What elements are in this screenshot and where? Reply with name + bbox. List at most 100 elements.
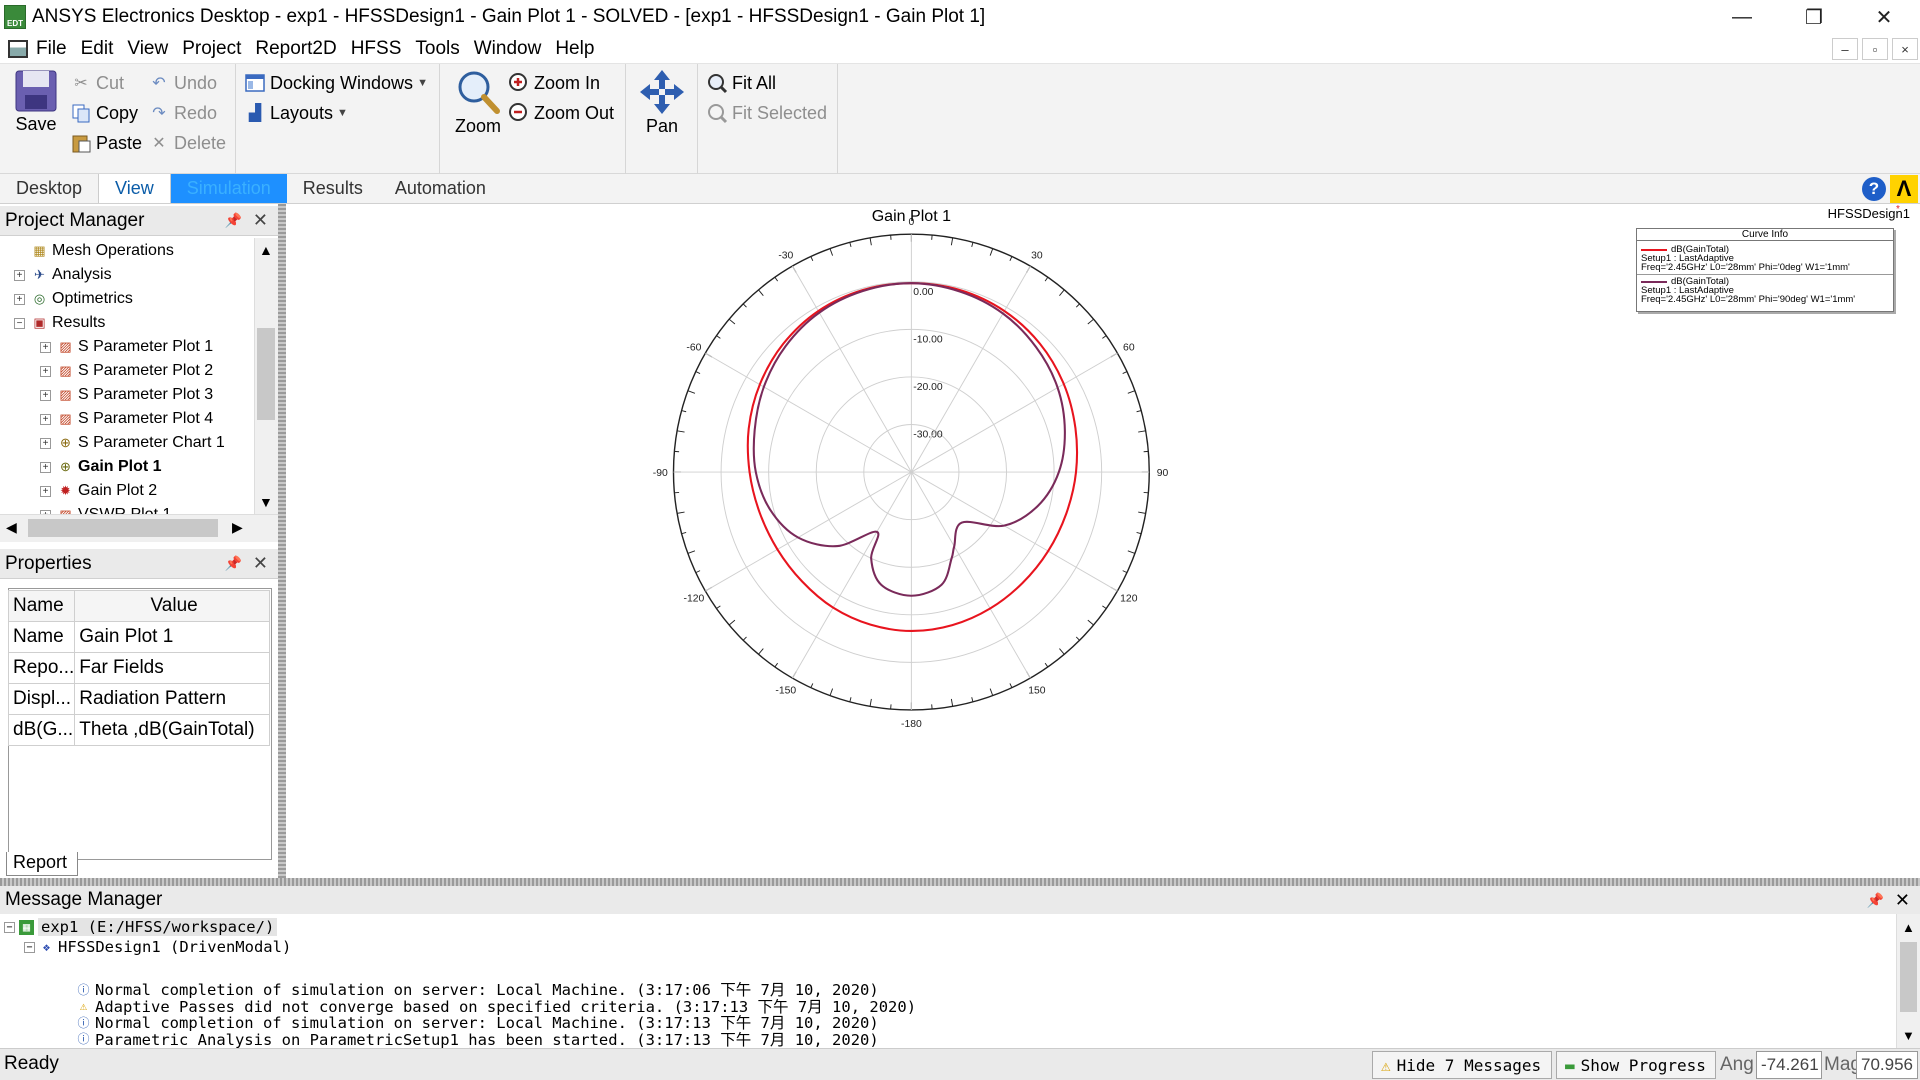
expand-icon[interactable]: + bbox=[40, 437, 51, 449]
menu-view[interactable]: View bbox=[127, 38, 168, 60]
scroll-up-icon[interactable]: ▲ bbox=[259, 242, 273, 258]
mdi-restore-button[interactable]: ▫ bbox=[1862, 38, 1888, 60]
expand-icon[interactable]: + bbox=[40, 413, 51, 425]
scrollbar-thumb[interactable] bbox=[257, 328, 275, 420]
tab-desktop[interactable]: Desktop bbox=[0, 174, 98, 203]
mdi-minimize-button[interactable]: – bbox=[1832, 38, 1858, 60]
pin-icon[interactable]: 📌 bbox=[1867, 892, 1884, 909]
expand-icon[interactable]: + bbox=[40, 389, 51, 401]
docking-windows-button[interactable]: Docking Windows ▼ bbox=[244, 70, 428, 96]
table-row[interactable]: Name Gain Plot 1 bbox=[7, 621, 270, 653]
paste-button[interactable]: Paste bbox=[70, 130, 142, 156]
legend-entry[interactable]: dB(GainTotal) Setup1 : LastAdaptive Freq… bbox=[1641, 277, 1889, 304]
scroll-left-icon[interactable]: ◀ bbox=[6, 519, 17, 536]
zoom-in-button[interactable]: Zoom In bbox=[508, 70, 600, 96]
tree-item[interactable]: + ◎ Optimetrics bbox=[14, 287, 133, 311]
value-column-header[interactable]: Value bbox=[74, 590, 270, 622]
tab-automation[interactable]: Automation bbox=[379, 174, 502, 203]
tree-item[interactable]: + ⊕ Gain Plot 1 bbox=[40, 455, 162, 479]
zoom-button[interactable]: Zoom bbox=[448, 68, 508, 137]
message-vertical-scrollbar[interactable]: ▲ ▼ bbox=[1896, 914, 1920, 1048]
zoom-out-button[interactable]: Zoom Out bbox=[508, 100, 614, 126]
fit-all-button[interactable]: Fit All bbox=[706, 70, 776, 96]
tree-item[interactable]: + ✈ Analysis bbox=[14, 263, 112, 287]
collapse-icon[interactable]: − bbox=[4, 921, 15, 933]
collapse-icon[interactable]: − bbox=[14, 317, 25, 329]
table-row[interactable]: dB(G... Theta ,dB(GainTotal) bbox=[7, 714, 270, 746]
fit-selected-button[interactable]: Fit Selected bbox=[706, 100, 827, 126]
tree-item[interactable]: + ⊕ S Parameter Chart 1 bbox=[40, 431, 225, 455]
tree-item[interactable]: ▦ Mesh Operations bbox=[14, 239, 174, 263]
undo-button[interactable]: ↶ Undo bbox=[148, 70, 217, 96]
series-curve-2[interactable] bbox=[752, 282, 1066, 597]
expand-icon[interactable]: + bbox=[40, 485, 51, 497]
restore-button[interactable]: ❐ bbox=[1784, 0, 1844, 34]
help-icon[interactable]: ? bbox=[1862, 177, 1886, 201]
document-icon[interactable] bbox=[8, 39, 28, 58]
property-value[interactable]: Radiation Pattern bbox=[74, 683, 270, 715]
table-row[interactable]: Displ... Radiation Pattern bbox=[7, 683, 270, 715]
tree-item[interactable]: + ▨ S Parameter Plot 3 bbox=[40, 383, 213, 407]
message-design-node[interactable]: − ❖ HFSSDesign1 (DrivenModal) bbox=[24, 937, 291, 957]
legend-entry[interactable]: dB(GainTotal) Setup1 : LastAdaptive Freq… bbox=[1641, 245, 1889, 272]
name-column-header[interactable]: Name bbox=[7, 590, 76, 622]
scroll-right-icon[interactable]: ▶ bbox=[232, 519, 243, 536]
tree-item[interactable]: +▨VSWR Plot 1 bbox=[40, 503, 171, 514]
menu-project[interactable]: Project bbox=[182, 38, 241, 60]
scroll-up-icon[interactable]: ▲ bbox=[1902, 920, 1915, 935]
scroll-down-icon[interactable]: ▼ bbox=[1902, 1028, 1915, 1043]
expand-icon[interactable]: + bbox=[40, 461, 51, 473]
tab-view[interactable]: View bbox=[98, 174, 171, 203]
menu-help[interactable]: Help bbox=[555, 38, 594, 60]
project-tree-vertical-scrollbar[interactable]: ▲ ▼ bbox=[254, 238, 278, 514]
pin-icon[interactable]: 📌 bbox=[225, 212, 242, 229]
hide-messages-button[interactable]: ⚠ Hide 7 Messages bbox=[1372, 1051, 1552, 1079]
menu-window[interactable]: Window bbox=[474, 38, 542, 60]
pan-button[interactable]: Pan bbox=[632, 68, 692, 137]
menu-hfss[interactable]: HFSS bbox=[351, 38, 402, 60]
delete-button[interactable]: ✕ Delete bbox=[148, 130, 226, 156]
vertical-splitter[interactable] bbox=[278, 204, 286, 878]
property-value[interactable]: Gain Plot 1 bbox=[74, 621, 270, 653]
close-icon[interactable]: ✕ bbox=[1895, 890, 1910, 911]
horizontal-splitter[interactable] bbox=[0, 878, 1920, 886]
expand-icon[interactable]: + bbox=[40, 341, 51, 353]
redo-button[interactable]: ↷ Redo bbox=[148, 100, 217, 126]
save-button[interactable]: Save bbox=[10, 68, 62, 135]
cut-button[interactable]: ✂ Cut bbox=[70, 70, 124, 96]
tab-results[interactable]: Results bbox=[287, 174, 379, 203]
scrollbar-thumb[interactable] bbox=[28, 519, 218, 537]
scrollbar-thumb[interactable] bbox=[1900, 942, 1917, 1012]
expand-icon[interactable]: + bbox=[14, 269, 25, 281]
table-row[interactable]: Repo... Far Fields bbox=[7, 652, 270, 684]
message-project-node[interactable]: − ▦ exp1 (E:/HFSS/workspace/) bbox=[4, 917, 278, 937]
expand-icon[interactable]: + bbox=[40, 365, 51, 377]
tree-item[interactable]: + ▨ S Parameter Plot 4 bbox=[40, 407, 213, 431]
scroll-down-icon[interactable]: ▼ bbox=[259, 494, 273, 510]
expand-icon[interactable]: + bbox=[14, 293, 25, 305]
show-progress-button[interactable]: ▬ Show Progress bbox=[1556, 1051, 1716, 1079]
tree-item[interactable]: + ▨ S Parameter Plot 2 bbox=[40, 359, 213, 383]
menu-edit[interactable]: Edit bbox=[81, 38, 114, 60]
menu-file[interactable]: File bbox=[36, 38, 67, 60]
project-tree-horizontal-scrollbar[interactable]: ◀ ▶ bbox=[0, 514, 278, 542]
mdi-close-button[interactable]: × bbox=[1892, 38, 1918, 60]
layouts-button[interactable]: ▟ Layouts ▼ bbox=[244, 100, 348, 126]
close-button[interactable]: ✕ bbox=[1854, 0, 1914, 34]
minimize-button[interactable]: — bbox=[1712, 0, 1772, 34]
curve-info-legend[interactable]: Curve Info dB(GainTotal) Setup1 : LastAd… bbox=[1636, 228, 1894, 312]
close-icon[interactable]: ✕ bbox=[253, 210, 268, 231]
property-value[interactable]: Far Fields bbox=[74, 652, 270, 684]
menu-report2d[interactable]: Report2D bbox=[255, 38, 336, 60]
tab-simulation[interactable]: Simulation bbox=[170, 174, 287, 203]
tree-item[interactable]: − ▣ Results bbox=[14, 311, 105, 335]
tree-item[interactable]: + ▨ S Parameter Plot 1 bbox=[40, 335, 213, 359]
property-value[interactable]: Theta ,dB(GainTotal) bbox=[74, 714, 270, 746]
copy-button[interactable]: Copy bbox=[70, 100, 138, 126]
close-icon[interactable]: ✕ bbox=[253, 553, 268, 574]
menu-tools[interactable]: Tools bbox=[415, 38, 459, 60]
collapse-icon[interactable]: − bbox=[24, 941, 35, 953]
tab-report[interactable]: Report bbox=[6, 852, 78, 876]
tree-item[interactable]: + ✹ Gain Plot 2 bbox=[40, 479, 157, 503]
pin-icon[interactable]: 📌 bbox=[225, 555, 242, 572]
